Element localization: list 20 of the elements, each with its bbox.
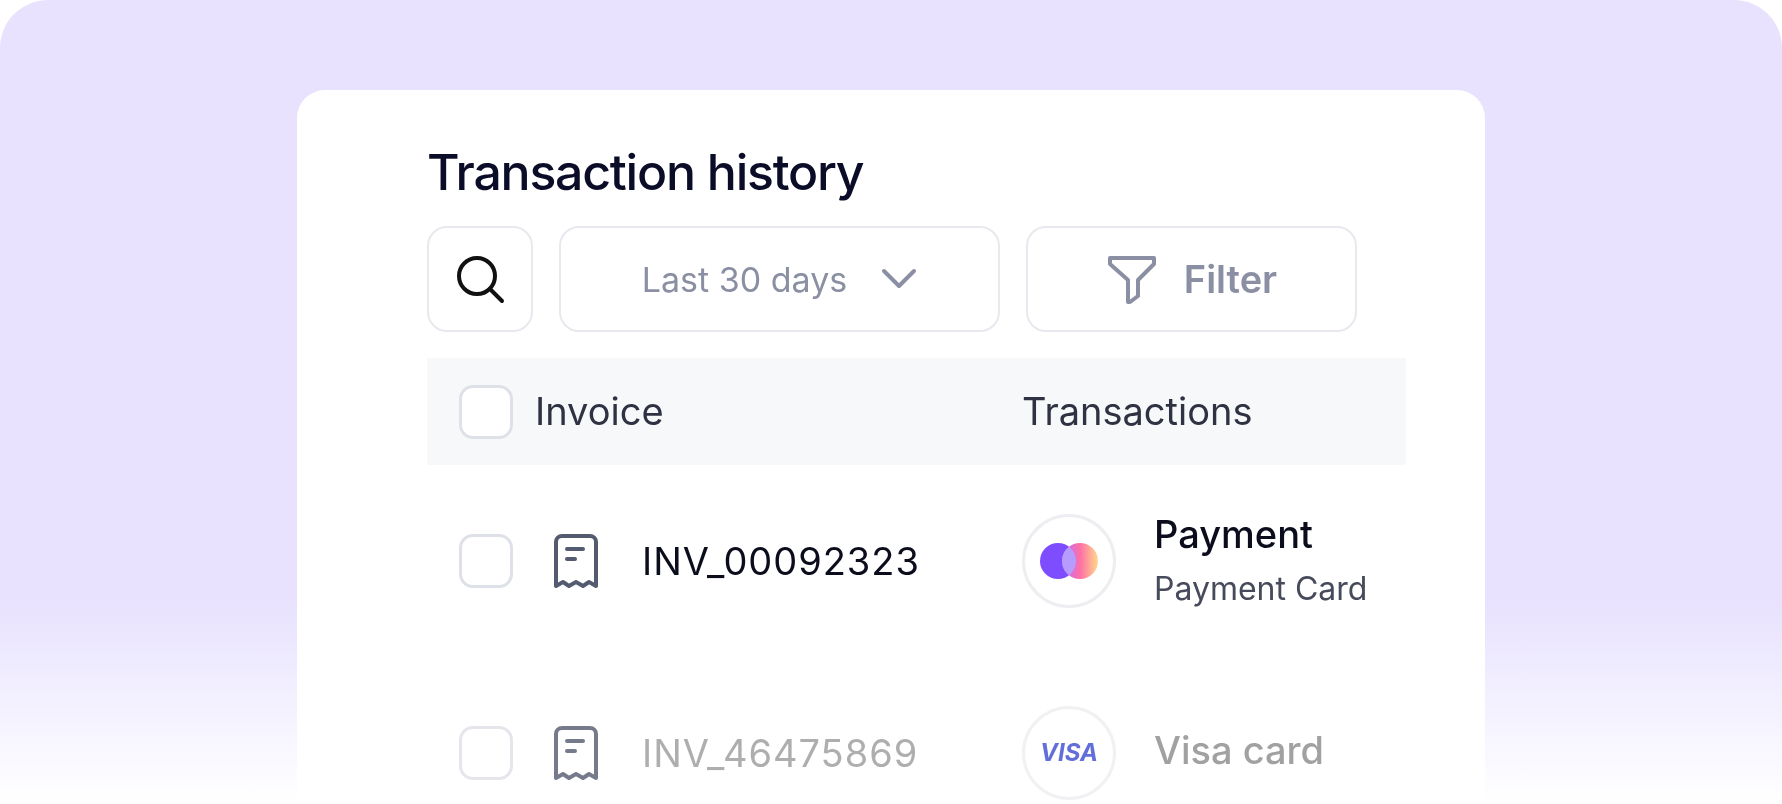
chevron-down-icon (881, 268, 918, 290)
receipt-icon (553, 533, 599, 589)
visa-logo: VISA (1040, 737, 1098, 769)
card-title: Transaction history (427, 142, 865, 202)
filter-button[interactable]: Filter (1026, 226, 1357, 332)
receipt-icon (553, 725, 599, 781)
checkbox[interactable] (459, 534, 513, 588)
payment-method: Visa card (1154, 726, 1325, 774)
invoice-number: INV_00092323 (642, 536, 920, 586)
payment-type: Payment Card (1154, 568, 1368, 610)
funnel-icon (1105, 254, 1158, 304)
date-range-dropdown[interactable]: Last 30 days (559, 226, 1000, 332)
column-header: Invoice (535, 387, 664, 436)
payment-method: Payment (1154, 510, 1314, 558)
column-header: Transactions (1022, 387, 1253, 436)
invoice-number: INV_46475869 (642, 728, 919, 778)
search-icon (454, 253, 506, 305)
search-button[interactable] (427, 226, 533, 332)
checkbox[interactable] (459, 726, 513, 780)
checkbox[interactable] (459, 384, 513, 439)
